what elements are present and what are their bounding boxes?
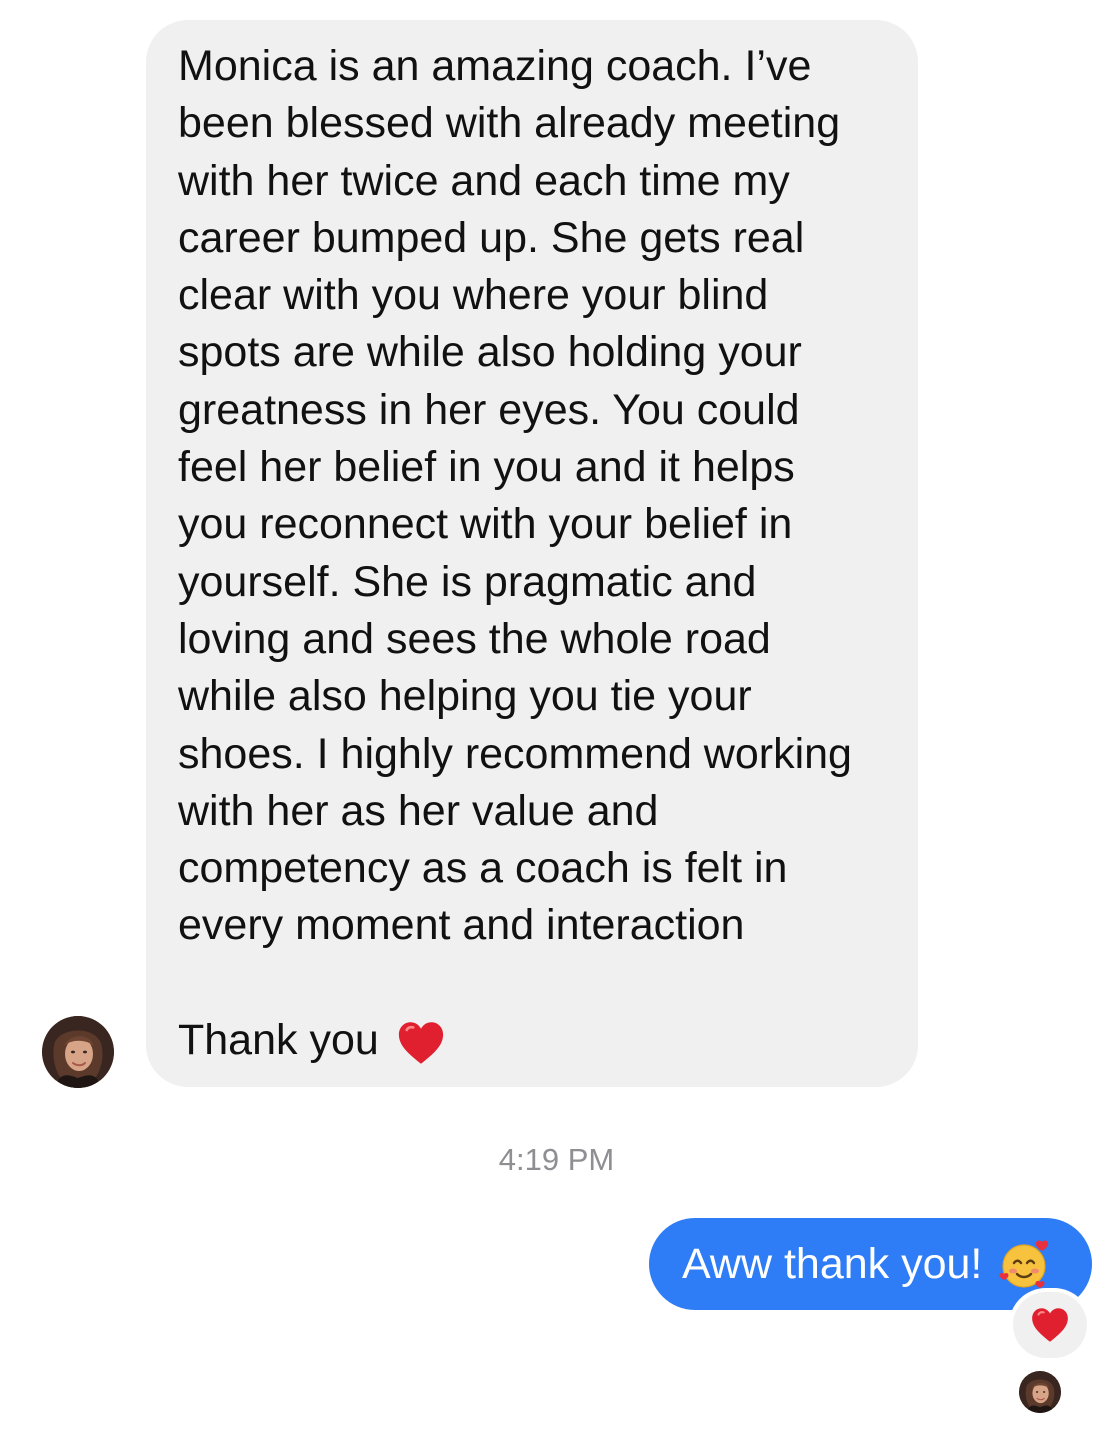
incoming-message-closing: Thank you	[178, 1012, 447, 1069]
red-heart-icon	[1029, 1304, 1071, 1346]
heart-reaction-badge[interactable]	[1013, 1292, 1087, 1358]
incoming-message-text: Monica is an amazing coach. I’ve been bl…	[178, 42, 852, 950]
incoming-message-bubble[interactable]: Monica is an amazing coach. I’ve been bl…	[146, 20, 918, 1087]
red-heart-icon	[395, 1017, 447, 1069]
message-timestamp: 4:19 PM	[498, 1142, 615, 1177]
outgoing-message-text: Aww thank you!	[682, 1239, 983, 1288]
closing-text: Thank you	[178, 1016, 379, 1064]
sender-avatar[interactable]	[42, 1016, 114, 1088]
read-receipt-avatar	[1019, 1371, 1061, 1413]
smiling-face-with-hearts-icon	[996, 1236, 1052, 1292]
outgoing-message-bubble[interactable]: Aww thank you!	[649, 1218, 1092, 1310]
